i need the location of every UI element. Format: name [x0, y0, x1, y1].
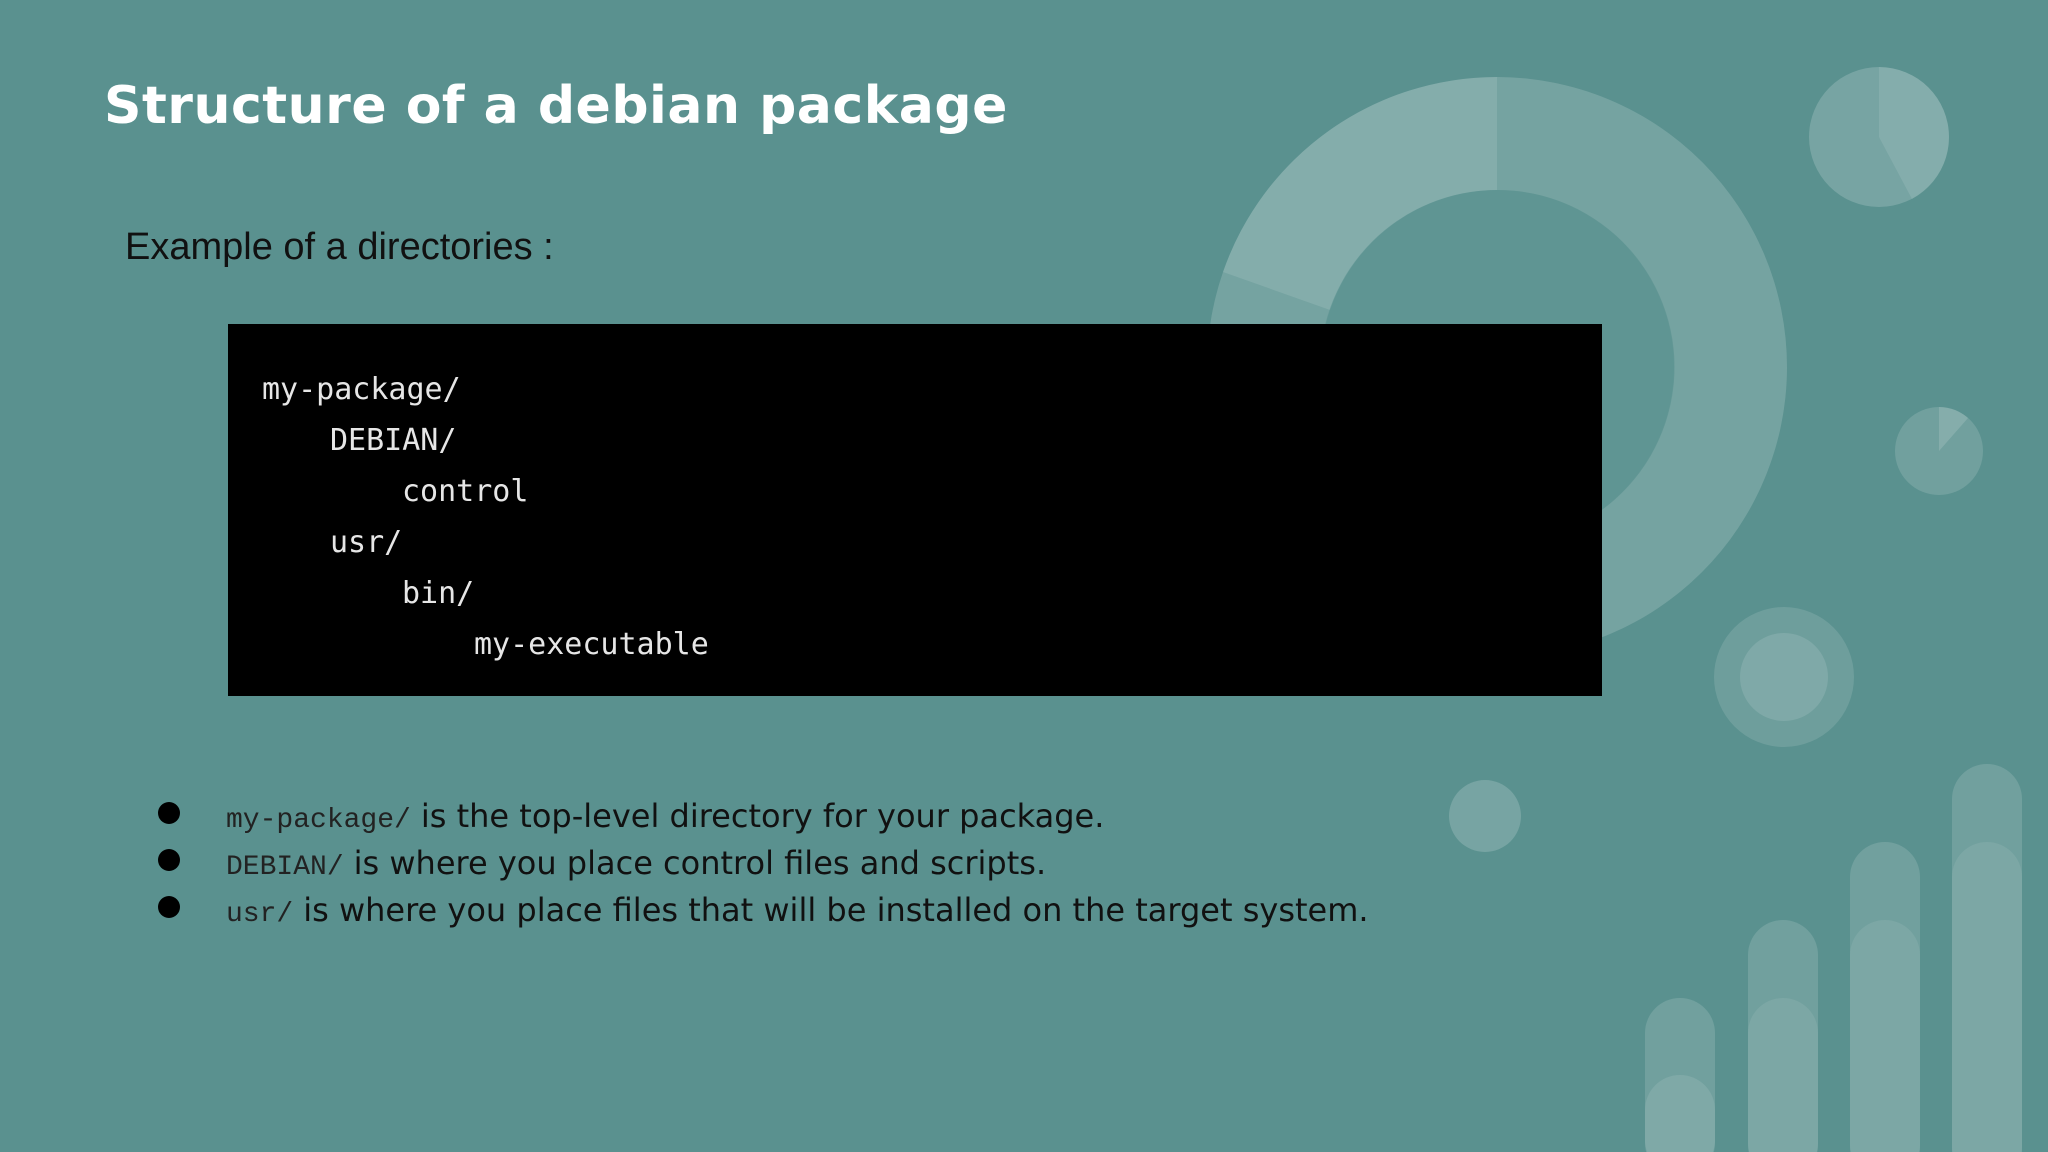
slide-title: Structure of a debian package	[104, 76, 1008, 136]
inline-code: DEBIAN/	[226, 852, 344, 883]
pie-decoration-mid-right	[1895, 407, 1983, 495]
code-line: my-executable	[474, 627, 709, 662]
inline-code: my-package/	[226, 805, 411, 836]
list-item: DEBIAN/ is where you place control files…	[158, 844, 1369, 891]
pie-decoration-small	[1449, 780, 1521, 852]
list-item: my-package/ is the top-level directory f…	[158, 797, 1369, 844]
bullet-dot-icon	[158, 896, 180, 918]
bullet-dot-icon	[158, 802, 180, 824]
bullet-dot-icon	[158, 849, 180, 871]
pie-decoration-lower	[1714, 607, 1854, 747]
code-line: usr/	[330, 525, 403, 560]
inline-code: usr/	[226, 899, 294, 930]
code-line: control	[402, 474, 529, 509]
code-line: my-package/	[262, 372, 461, 407]
bullet-text: is where you place control files and scr…	[353, 844, 1047, 882]
directory-tree-code-block: my-package/ DEBIAN/ control usr/ bin/ my…	[228, 324, 1602, 696]
bullet-list: my-package/ is the top-level directory f…	[158, 797, 1369, 938]
pie-decoration-top-right	[1809, 67, 1950, 207]
bar-decoration	[1645, 764, 2022, 1152]
slide-subtitle: Example of a directories :	[125, 226, 554, 268]
code-line: bin/	[402, 576, 475, 611]
bullet-text: is the top-level directory for your pack…	[420, 797, 1105, 835]
code-line: DEBIAN/	[330, 423, 457, 458]
list-item: usr/ is where you place files that will …	[158, 891, 1369, 938]
bullet-text: is where you place files that will be in…	[303, 891, 1369, 929]
